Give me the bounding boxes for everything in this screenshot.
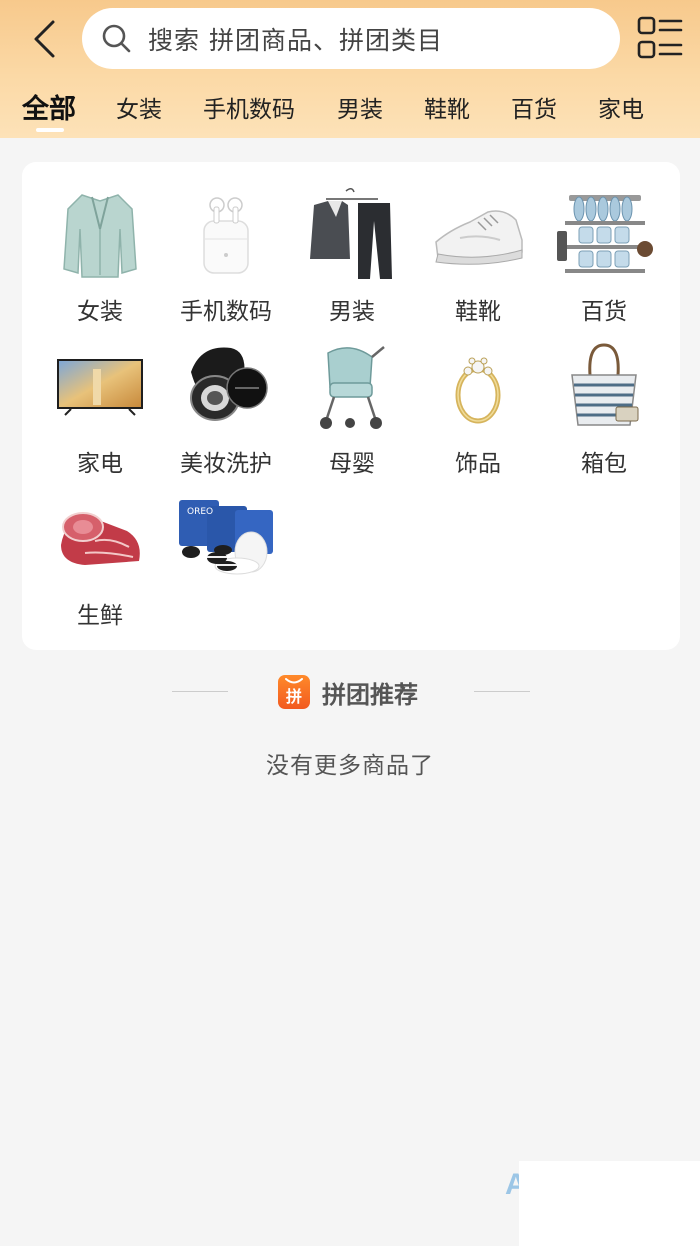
cookies-image: OREO: [177, 490, 275, 588]
corner-overlay: [519, 1161, 700, 1246]
divider-right: [474, 691, 530, 692]
tab-womens[interactable]: 女装: [116, 90, 162, 124]
category-appliances[interactable]: 家电: [37, 320, 163, 477]
tab-shoes[interactable]: 鞋靴: [424, 90, 470, 124]
category-jewelry[interactable]: 饰品: [415, 320, 541, 477]
category-fresh[interactable]: 生鲜: [37, 472, 163, 629]
category-shoes[interactable]: 鞋靴: [415, 168, 541, 325]
dish-rack-image: [555, 186, 653, 284]
recommend-title: 拼团推荐: [322, 680, 418, 709]
suit-image: [303, 186, 401, 284]
category-bags[interactable]: 箱包: [541, 320, 667, 477]
category-cosmetics[interactable]: 美妆洗护: [163, 320, 289, 477]
tab-active-indicator: [36, 128, 64, 132]
back-button[interactable]: [22, 14, 66, 64]
earbuds-image: [177, 186, 275, 284]
list-grid-icon: [637, 16, 683, 59]
empty-state-text: 没有更多商品了: [266, 753, 434, 779]
category-label: 生鲜: [77, 603, 123, 629]
category-grid: 女装 手机数码 男装 鞋靴 百货 家电 美妆洗护 母婴 饰品 箱包 生鲜 ORE…: [22, 162, 680, 650]
divider-left: [172, 691, 228, 692]
category-mens[interactable]: 男装: [289, 168, 415, 325]
category-baby[interactable]: 母婴: [289, 320, 415, 477]
stroller-image: [303, 338, 401, 436]
search-icon: [102, 24, 131, 52]
pintuan-logo-icon: 拼: [278, 675, 310, 709]
search-placeholder: 搜索 拼团商品、拼团类目: [148, 25, 443, 55]
blazer-image: [51, 186, 149, 284]
category-snacks[interactable]: OREO: [163, 472, 289, 622]
tab-general[interactable]: 百货: [511, 90, 557, 124]
category-digital[interactable]: 手机数码: [163, 168, 289, 325]
handbag-image: [555, 338, 653, 436]
category-label: 母婴: [329, 451, 375, 477]
category-label: 箱包: [581, 451, 627, 477]
category-general[interactable]: 百货: [541, 168, 667, 325]
category-womens[interactable]: 女装: [37, 168, 163, 325]
ring-image: [429, 338, 527, 436]
search-input[interactable]: 搜索 拼团商品、拼团类目: [82, 8, 620, 69]
meat-image: [51, 490, 149, 588]
category-menu-button[interactable]: [636, 14, 684, 62]
tab-mens[interactable]: 男装: [337, 90, 383, 124]
tab-digital[interactable]: 手机数码: [203, 90, 295, 124]
logo-char: 拼: [285, 687, 302, 706]
cosmetics-image: [177, 338, 275, 436]
category-label: 饰品: [455, 451, 501, 477]
recommend-header: 拼 拼团推荐: [278, 674, 418, 710]
tab-appliances[interactable]: 家电: [598, 90, 644, 124]
tv-image: [51, 338, 149, 436]
sneaker-image: [429, 186, 527, 284]
category-tabs: 全部 女装 手机数码 男装 鞋靴 百货 家电: [0, 82, 700, 138]
tab-all[interactable]: 全部: [22, 87, 76, 126]
svg-text:OREO: OREO: [187, 507, 213, 517]
chevron-left-icon: [34, 20, 55, 58]
header-bar: 搜索 拼团商品、拼团类目 全部 女装 手机数码 男装 鞋靴 百货 家电: [0, 0, 700, 138]
